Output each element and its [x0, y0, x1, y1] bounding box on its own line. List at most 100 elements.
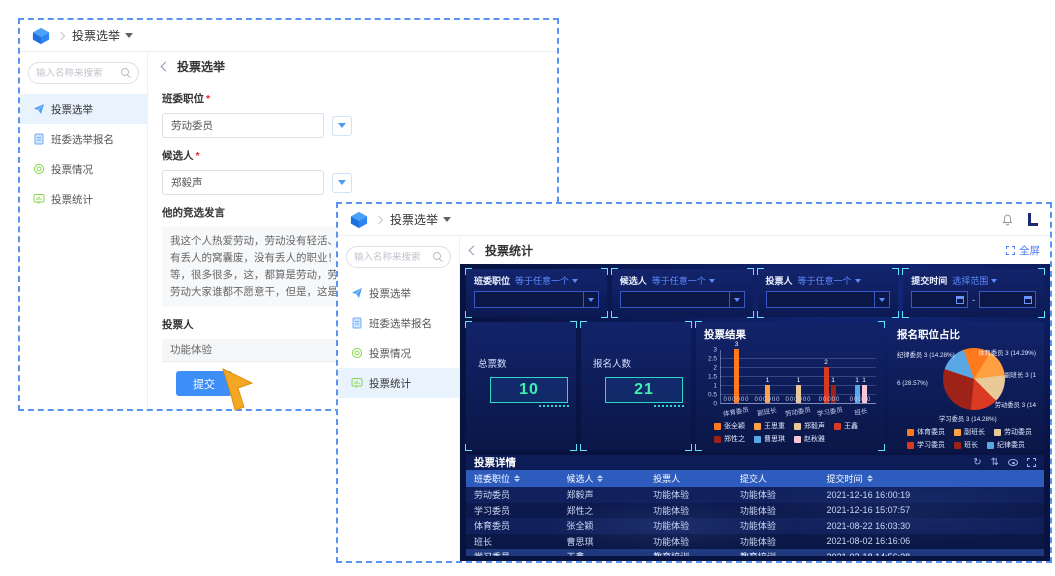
breadcrumb[interactable]: 投票选举 — [72, 27, 134, 44]
app-header: 投票选举 — [20, 20, 557, 52]
legend-item[interactable]: 体育委员 — [907, 427, 945, 437]
legend-item[interactable]: 郑毅声 — [794, 421, 825, 431]
sort-icon[interactable] — [597, 475, 603, 482]
candidate-select[interactable]: 郑毅声 — [162, 170, 324, 196]
eye-icon[interactable] — [1008, 459, 1018, 466]
page-title: 投票统计 — [485, 243, 534, 258]
legend-swatch — [954, 441, 961, 449]
search-input[interactable] — [36, 67, 121, 79]
table-row[interactable]: 学习委员 郑性之 功能体验 功能体验 2021-12-16 15:07:57 — [466, 503, 1044, 519]
table-row[interactable]: 班长 曹思琪 功能体验 功能体验 2021-08-02 16:16:06 — [466, 534, 1044, 550]
legend-item[interactable]: 纪律委员 — [987, 440, 1025, 450]
sidebar-item-label: 班委选举报名 — [51, 133, 114, 146]
sidebar-item-voting-election[interactable]: 投票选举 — [338, 278, 459, 308]
voting-stats-window: 投票选举 投票选举 班委选举报名 投票情况 — [336, 202, 1052, 563]
filter-operator-dropdown[interactable]: 等于任意一个 — [798, 274, 861, 287]
sort-icon[interactable] — [867, 475, 873, 482]
sidebar-item-voting-stats[interactable]: 投票统计 — [338, 368, 459, 398]
column-header[interactable]: 提交人 — [732, 472, 819, 485]
column-header[interactable]: 候选人 — [558, 472, 645, 485]
filter-operator-dropdown[interactable]: 等于任意一个 — [515, 274, 579, 287]
breadcrumb[interactable]: 投票选举 — [390, 211, 452, 228]
sidebar-search[interactable] — [346, 246, 451, 268]
chevron-down-icon — [991, 278, 998, 283]
total-votes-card: 总票数 10 — [465, 321, 577, 451]
table-row[interactable]: 体育委员 张全颖 功能体验 功能体验 2021-08-22 16:03:30 — [466, 518, 1044, 534]
legend-item[interactable]: 劳动委员 — [994, 427, 1032, 437]
legend-item[interactable]: 曹思琪 — [754, 434, 785, 444]
breadcrumb-label: 投票选举 — [72, 29, 121, 43]
sort-icon[interactable] — [514, 475, 520, 482]
bar-chart: 3 2.5 2 1.5 1 0.5 0 3 000000 1 000000 1 … — [704, 341, 876, 408]
sidebar-search[interactable] — [28, 62, 139, 84]
bar-chart-title: 投票结果 — [704, 329, 746, 341]
stat-value-box: 10 — [490, 377, 569, 407]
filter-voter-select[interactable] — [765, 291, 891, 308]
date-start-input[interactable] — [911, 291, 969, 308]
legend-item[interactable]: 王思重 — [754, 421, 785, 431]
legend-item[interactable]: 郑性之 — [714, 434, 745, 444]
chevron-down-icon — [443, 217, 452, 222]
select-caret[interactable] — [582, 292, 598, 307]
select-caret[interactable] — [874, 292, 889, 307]
search-input[interactable] — [354, 251, 433, 263]
bar-chart-x-axis: 体育委员 副班长 劳动委员 学习委员 班长 — [722, 406, 868, 419]
filter-operator-dropdown[interactable]: 选择范围 — [952, 274, 998, 287]
submit-button[interactable]: 提交 — [176, 371, 232, 396]
filter-position-select[interactable] — [474, 291, 599, 308]
sidebar-item-voting-stats[interactable]: 投票统计 — [20, 184, 147, 214]
position-select[interactable]: 劳动委员 — [162, 113, 324, 139]
sidebar-item-label: 班委选举报名 — [369, 317, 432, 330]
column-header[interactable]: 提交时间 — [819, 472, 940, 485]
search-icon — [433, 252, 443, 262]
legend-item[interactable]: 学习委员 — [907, 440, 945, 450]
signup-count-card: 报名人数 21 — [580, 321, 692, 451]
stats-dashboard: 班委职位 等于任意一个 候选人 等于任意一个 投票人 等于任意一个 提交时间 选… — [460, 264, 1050, 561]
legend-item[interactable]: 班长 — [954, 440, 978, 450]
legend-item[interactable]: 副班长 — [954, 427, 985, 437]
bar-group-study: 2 1 00000 — [814, 350, 845, 403]
filter-candidate-select[interactable] — [619, 291, 745, 308]
bell-icon[interactable] — [1001, 213, 1014, 227]
column-header[interactable]: 班委职位 — [466, 472, 558, 485]
fullscreen-button[interactable]: 全屏 — [1006, 243, 1040, 258]
table-fullscreen-icon[interactable] — [1027, 458, 1036, 467]
bar-group-sports: 3 000000 — [721, 341, 752, 403]
legend-swatch — [754, 422, 761, 430]
sidebar-item-voting-status[interactable]: 投票情况 — [20, 154, 147, 184]
bar-chart-y-axis: 3 2.5 2 1.5 1 0.5 0 — [707, 346, 717, 408]
position-select-caret-button[interactable] — [332, 115, 352, 136]
bar-zhangquanying-sports[interactable]: 3 — [734, 341, 739, 403]
pie-chart-title: 报名职位占比 — [897, 329, 960, 341]
refresh-icon[interactable]: ↻ — [973, 457, 981, 468]
sidebar-item-voting-status[interactable]: 投票情况 — [338, 338, 459, 368]
column-header[interactable]: 投票人 — [645, 472, 732, 485]
required-mark: * — [206, 93, 211, 106]
select-caret[interactable] — [728, 292, 744, 307]
back-chevron-icon[interactable] — [468, 245, 479, 255]
legend-item[interactable]: 赵秋雅 — [794, 434, 825, 444]
candidate-select-caret-button[interactable] — [332, 172, 352, 193]
table-row[interactable]: 劳动委员 郑毅声 功能体验 功能体验 2021-12-16 16:00:19 — [466, 487, 1044, 503]
total-votes-value: 10 — [519, 381, 539, 398]
filter-operator-dropdown[interactable]: 等于任意一个 — [652, 274, 715, 287]
paper-plane-icon — [34, 104, 44, 114]
paper-plane-icon — [352, 288, 362, 298]
sidebar-item-committee-signup[interactable]: 班委选举报名 — [20, 124, 147, 154]
table-row[interactable]: 学习委员王鑫教育培训教育培训2021-02-18 14:56:28 — [466, 549, 1044, 556]
legend-item[interactable]: 王鑫 — [834, 421, 858, 431]
legend-swatch — [907, 428, 914, 436]
back-chevron-icon[interactable] — [160, 61, 171, 72]
stats-bubble-icon — [351, 378, 363, 388]
document-icon — [34, 133, 44, 145]
pie-callout-discipline: 纪律委员 3 (14.28%) — [897, 352, 955, 359]
calendar-icon — [1024, 295, 1032, 304]
pie-callout-monitor: 6 (28.57%) — [897, 380, 928, 387]
pie-chart-area: 纪律委员 3 (14.28%) 体育委员 3 (14.29%) 副班长 3 (1… — [897, 342, 1036, 423]
date-end-input[interactable] — [979, 291, 1036, 308]
sidebar-item-voting-election[interactable]: 投票选举 — [20, 94, 147, 124]
legend-item[interactable]: 张全颖 — [714, 421, 745, 431]
bar-chart-plot: 3 000000 1 000000 1 000000 2 1 00000 1 1… — [720, 341, 876, 404]
sidebar-item-committee-signup[interactable]: 班委选举报名 — [338, 308, 459, 338]
sort-updown-icon[interactable]: ⇅ — [991, 457, 999, 468]
